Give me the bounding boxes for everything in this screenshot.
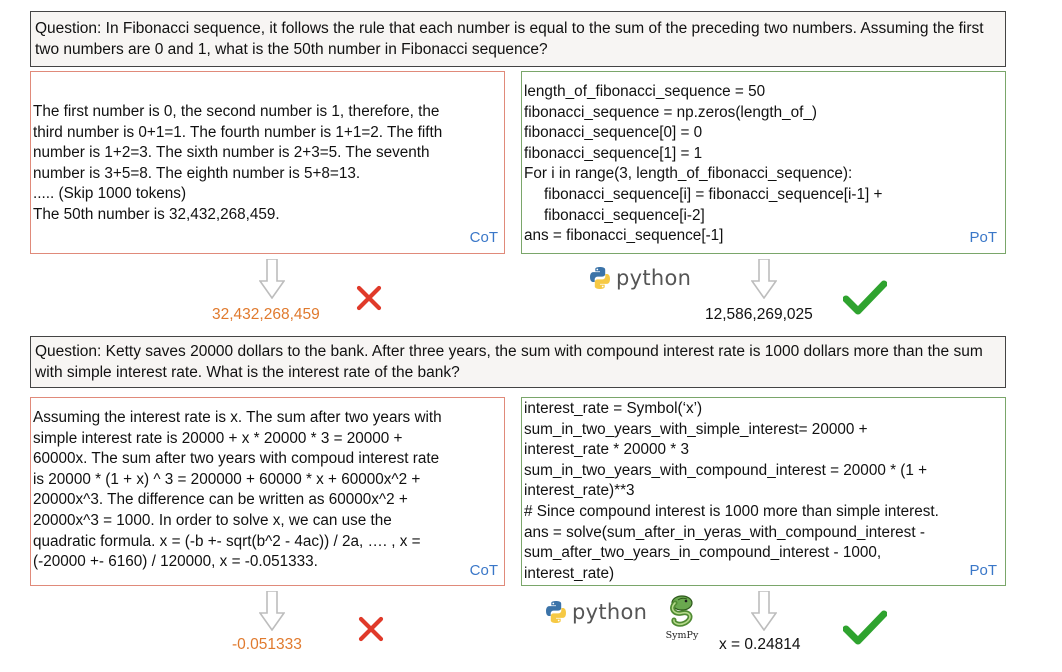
pot-box-1: length_of_fibonacci_sequence = 50 fibona… <box>521 71 1006 254</box>
cot1-line: number is 1+2=3. The sixth number is 2+3… <box>33 144 430 162</box>
cot2-line: simple interest rate is 20000 + x * 2000… <box>33 429 403 447</box>
python-logo-2: python <box>544 600 647 624</box>
pot1-line: fibonacci_sequence[0] = 0 <box>524 124 703 142</box>
pot-lines-1: length_of_fibonacci_sequence = 50 fibona… <box>524 82 882 247</box>
down-arrow-icon <box>751 259 777 299</box>
cot-lines-2: Assuming the interest rate is x. The sum… <box>33 408 442 573</box>
sympy-logo-icon <box>670 595 693 627</box>
pot-box-2: interest_rate = Symbol(‘x’) sum_in_two_y… <box>521 397 1006 586</box>
cot-box-2: Assuming the interest rate is x. The sum… <box>30 397 505 586</box>
pot2-line: ans = solve(sum_after_in_yeras_with_comp… <box>524 523 925 541</box>
pot-lines-2: interest_rate = Symbol(‘x’) sum_in_two_y… <box>524 399 939 584</box>
check-icon <box>843 610 887 645</box>
cot1-line: The first number is 0, the second number… <box>33 103 440 120</box>
cot1-line: third number is 0+1=1. The fourth number… <box>33 123 443 141</box>
cot2-line: 20000x^3. The difference can be written … <box>33 491 408 509</box>
pot1-line: length_of_fibonacci_sequence = 50 <box>524 83 766 100</box>
cot-answer-2: -0.051333 <box>232 636 302 653</box>
cot2-line: is 20000 * (1 + x) ^ 3 = 200000 + 60000 … <box>33 470 421 488</box>
cot2-line: (-20000 +- 6160) / 120000, x = -0.051333… <box>33 553 318 571</box>
down-arrow-icon <box>751 591 777 631</box>
cot-lines-1: The first number is 0, the second number… <box>33 102 442 226</box>
cot1-line: ..... (Skip 1000 tokens) <box>33 185 187 203</box>
pot1-line: fibonacci_sequence[i-2] <box>544 206 705 224</box>
pot2-line: interest_rate) <box>524 564 615 582</box>
down-arrow-icon <box>259 259 285 299</box>
pot2-line: sum_in_two_years_with_compound_interest … <box>524 461 928 479</box>
cot2-line: quadratic formula. x = (-b +- sqrt(b^2 -… <box>33 532 421 550</box>
pot2-line: interest_rate = Symbol(‘x’) <box>524 400 703 417</box>
pot1-line: fibonacci_sequence[i] = fibonacci_sequen… <box>544 185 883 203</box>
question-box-1: Question: In Fibonacci sequence, it foll… <box>30 11 1006 67</box>
cot-tag-1: CoT <box>469 229 498 246</box>
pot2-line: # Since compound interest is 1000 more t… <box>524 502 939 520</box>
python-logo-1: python <box>588 266 691 290</box>
cross-icon <box>358 616 384 642</box>
down-arrow-icon <box>259 591 285 631</box>
question-text-1: Question: In Fibonacci sequence, it foll… <box>35 20 984 58</box>
pot2-line: sum_after_two_years_in_compound_interest… <box>524 544 882 562</box>
cot2-line: 60000x. The sum after two years with com… <box>33 450 440 468</box>
pot1-line: fibonacci_sequence = np.zeros(length_of_… <box>524 103 817 121</box>
cot-answer-1: 32,432,268,459 <box>212 306 320 323</box>
cot1-line: The 50th number is 32,432,268,459. <box>33 205 280 223</box>
cot2-line: Assuming the interest rate is x. The sum… <box>33 409 442 426</box>
pot-tag-2: PoT <box>969 562 997 579</box>
pot2-line: interest_rate)**3 <box>524 482 635 500</box>
pot-tag-1: PoT <box>969 229 997 246</box>
pot-answer-2: x = 0.24814 <box>719 636 801 653</box>
sympy-label: SymPy <box>665 630 699 641</box>
pot1-line: For i in range(3, length_of_fibonacci_se… <box>524 165 853 183</box>
pot1-line: ans = fibonacci_sequence[-1] <box>524 227 724 245</box>
python-logo-icon <box>546 601 566 623</box>
pot2-line: sum_in_two_years_with_simple_interest= 2… <box>524 420 868 438</box>
cot1-line: number is 3+5=8. The eighth number is 5+… <box>33 164 361 182</box>
cot2-line: 20000x^3 = 1000. In order to solve x, we… <box>33 511 392 529</box>
check-icon <box>843 280 887 315</box>
question-text-2: Question: Ketty saves 20000 dollars to t… <box>35 343 983 381</box>
pot2-line: interest_rate * 20000 * 3 <box>524 441 689 459</box>
cross-icon <box>356 285 382 311</box>
question-box-2: Question: Ketty saves 20000 dollars to t… <box>30 336 1006 388</box>
sympy-logo: SymPy <box>659 593 705 641</box>
pot1-line: fibonacci_sequence[1] = 1 <box>524 144 703 162</box>
cot-box-1: The first number is 0, the second number… <box>30 71 505 254</box>
cot-tag-2: CoT <box>469 562 498 579</box>
pot-answer-1: 12,586,269,025 <box>705 306 813 323</box>
python-logo-icon <box>590 267 610 289</box>
python-label: python <box>616 266 692 290</box>
python-label: python <box>572 600 648 624</box>
